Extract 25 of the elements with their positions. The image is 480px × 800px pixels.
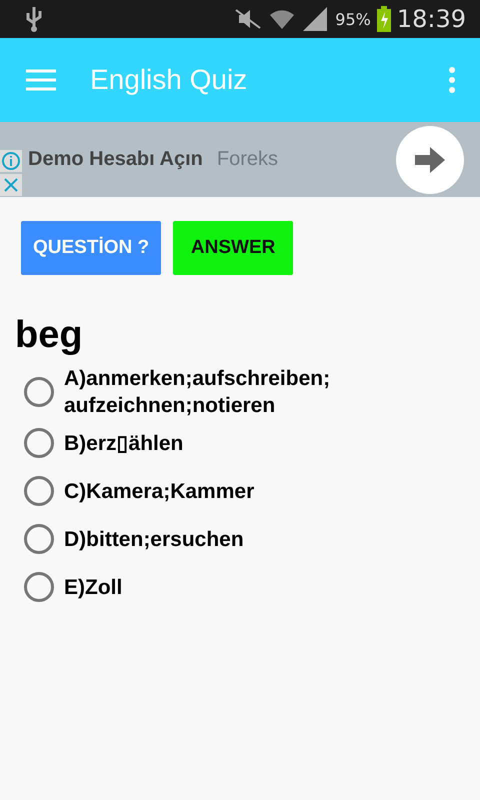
ad-headline: Demo Hesabı Açın: [28, 148, 203, 171]
radio-button[interactable]: [24, 476, 54, 506]
answer-button[interactable]: ANSWER: [173, 221, 294, 275]
battery-percent: 95%: [335, 10, 371, 28]
option-label[interactable]: C)Kamera;Kammer: [64, 478, 364, 506]
radio-button[interactable]: [24, 524, 54, 554]
ad-banner[interactable]: Demo Hesabı Açın Foreks: [0, 122, 480, 197]
battery-icon: [376, 6, 391, 32]
radio-button[interactable]: [24, 377, 54, 408]
close-icon[interactable]: [0, 174, 22, 196]
app-title: English Quiz: [90, 64, 248, 96]
clock: 18:39: [396, 5, 466, 33]
signal-icon: [301, 7, 330, 31]
option-label[interactable]: A)anmerken;aufschreiben; aufzeichnen;notieren: [64, 364, 364, 420]
quiz-word: beg: [14, 313, 84, 357]
option-label[interactable]: B)erz▯ählen: [64, 430, 364, 458]
option-label[interactable]: D)bitten;ersuchen: [64, 526, 364, 554]
info-icon[interactable]: [0, 150, 22, 172]
radio-button[interactable]: [24, 428, 54, 458]
ad-faded-text: Foreks: [216, 148, 279, 171]
option-label[interactable]: E)Zoll: [64, 574, 364, 602]
arrow-icon: [415, 146, 445, 172]
mute-icon: [233, 7, 264, 31]
usb-icon: [24, 5, 44, 33]
radio-button[interactable]: [24, 572, 54, 602]
